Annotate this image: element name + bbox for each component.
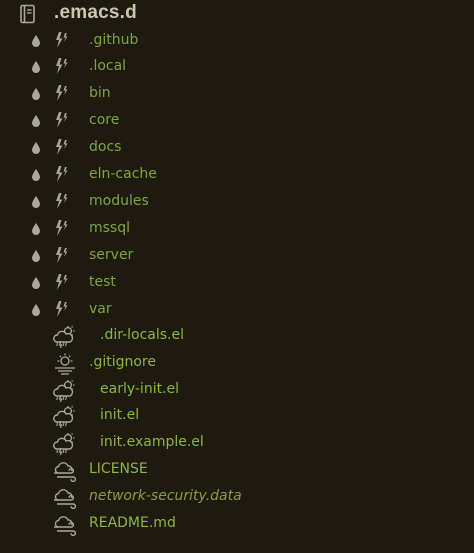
file-row[interactable]: init.el [0,402,474,429]
file-label: .dir-locals.el [100,327,185,343]
file-row[interactable]: early-init.el [0,376,474,403]
bolt-icon [53,84,69,102]
folder-label: modules [89,192,149,209]
wind-cloud-icon [52,487,78,509]
bolt-icon [53,273,69,291]
folder-row[interactable]: bin [0,80,474,107]
book-icon [18,4,38,24]
folder-label: .github [89,31,139,48]
file-row[interactable]: LICENSE [0,456,474,483]
root-label: .emacs.d [54,2,137,23]
folder-label: test [89,273,116,290]
bolt-icon [53,165,69,183]
file-label: LICENSE [89,461,148,477]
drop-icon[interactable] [30,195,42,209]
bolt-icon [53,219,69,237]
drop-icon[interactable] [30,60,42,74]
folder-label: .local [89,58,127,75]
folder-label: mssql [89,219,131,236]
drop-icon[interactable] [30,168,42,182]
tree-root[interactable]: .emacs.d [0,0,474,26]
folder-row[interactable]: .local [0,53,474,80]
file-row[interactable]: init.example.el [0,429,474,456]
folder-row[interactable]: server [0,242,474,269]
folder-row[interactable]: test [0,269,474,296]
file-row[interactable]: network-security.data [0,483,474,510]
storm-cloud-icon [52,380,78,402]
bolt-icon [53,192,69,210]
drop-icon[interactable] [30,114,42,128]
storm-cloud-icon [52,433,78,455]
drop-icon[interactable] [30,222,42,236]
drop-icon[interactable] [30,249,42,263]
file-row[interactable]: .gitignore [0,349,474,376]
file-label: .gitignore [89,353,156,370]
folder-row[interactable]: var [0,296,474,323]
file-label: init.example.el [100,434,204,451]
sun-cloud-icon [52,353,78,375]
drop-icon[interactable] [30,141,42,155]
folder-label: bin [89,85,111,102]
drop-icon[interactable] [30,276,42,290]
folder-row[interactable]: docs [0,134,474,161]
bolt-icon [53,31,69,49]
folder-label: eln-cache [89,166,157,182]
drop-icon[interactable] [30,34,42,48]
file-label: init.el [100,407,140,424]
folder-row[interactable]: .github [0,27,474,54]
file-row[interactable]: .dir-locals.el [0,322,474,349]
folder-label: core [89,112,120,129]
file-tree: .emacs.d .github .local bin core docs eln-cac… [0,0,474,553]
drop-icon[interactable] [30,87,42,101]
folder-row[interactable]: modules [0,188,474,215]
wind-cloud-icon [52,460,78,482]
folder-row[interactable]: core [0,107,474,134]
drop-icon[interactable] [30,303,42,317]
storm-cloud-icon [52,406,78,428]
bolt-icon [53,300,69,318]
storm-cloud-icon [52,326,78,348]
folder-label: var [89,300,112,317]
file-label: early-init.el [100,380,180,397]
bolt-icon [53,246,69,264]
file-label: network-security.data [89,487,242,504]
file-row[interactable]: README.md [0,510,474,537]
bolt-icon [53,111,69,129]
folder-row[interactable]: eln-cache [0,161,474,188]
bolt-icon [53,138,69,156]
file-label: README.md [89,514,176,531]
folder-label: server [89,246,134,263]
wind-cloud-icon [52,514,78,536]
bolt-icon [53,57,69,75]
folder-row[interactable]: mssql [0,215,474,242]
folder-label: docs [89,139,122,156]
